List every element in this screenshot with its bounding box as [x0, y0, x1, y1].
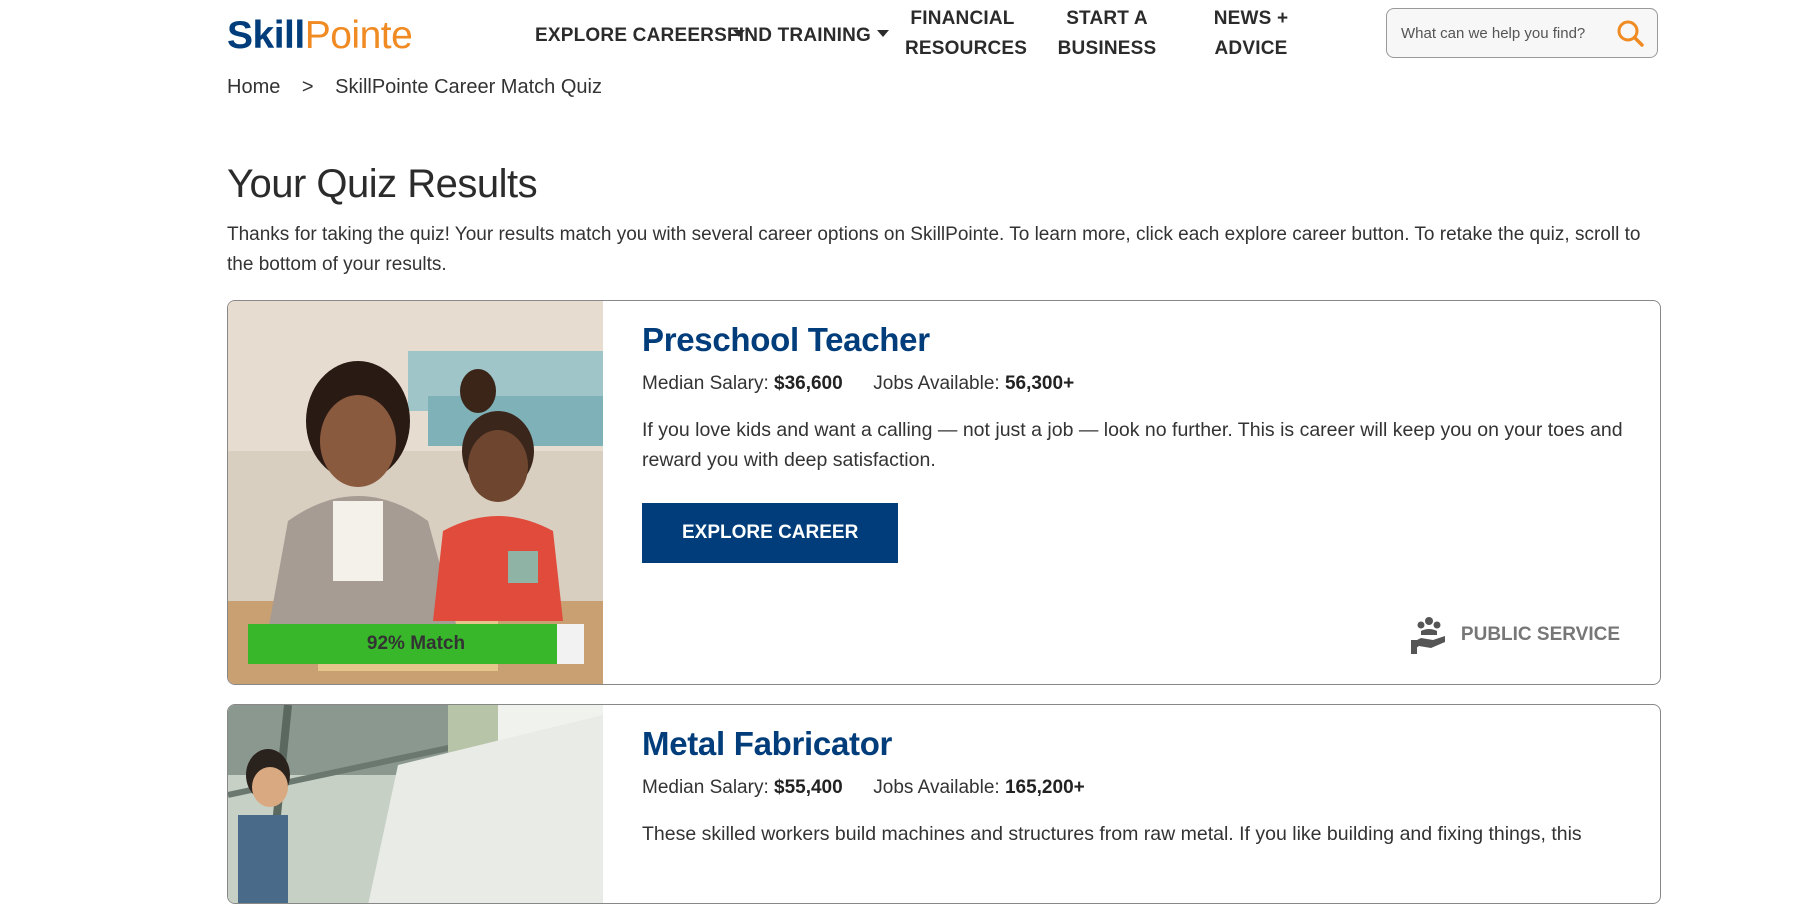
skillpointe-logo[interactable]: SkillPointe	[227, 14, 413, 58]
breadcrumb-separator: >	[301, 76, 314, 98]
result-card: 92% Match Preschool Teacher Median Salar…	[227, 300, 1661, 685]
salary-label: Median Salary:	[642, 373, 769, 394]
career-stats: Median Salary: $36,600 Jobs Available: 5…	[642, 373, 1630, 395]
jobs-value: 165,200+	[1004, 777, 1085, 798]
jobs-value: 56,300+	[1004, 373, 1075, 394]
nav-financial-line1: FINANCIAL	[910, 8, 1015, 29]
career-description: These skilled workers build machines and…	[642, 823, 1582, 845]
career-stats: Median Salary: $55,400 Jobs Available: 1…	[642, 777, 1630, 799]
search-box	[1386, 8, 1658, 58]
career-photo-preschool: 92% Match	[228, 301, 603, 684]
salary-label: Median Salary:	[642, 777, 769, 798]
breadcrumb-home[interactable]: Home	[227, 76, 280, 98]
logo-part1: Skill	[227, 14, 305, 57]
career-category[interactable]: PUBLIC SERVICE	[1410, 616, 1620, 654]
jobs-label: Jobs Available:	[873, 777, 1000, 798]
result-card-body: Metal Fabricator Median Salary: $55,400 …	[642, 725, 1630, 849]
salary-value: $36,600	[774, 373, 843, 394]
nav-explore-careers[interactable]: EXPLORE CAREERS	[535, 21, 745, 51]
nav-news-line2: ADVICE	[1214, 38, 1288, 59]
breadcrumb-current: SkillPointe Career Match Quiz	[335, 76, 602, 98]
category-label: PUBLIC SERVICE	[1460, 624, 1620, 645]
nav-start-line1: START A	[1066, 8, 1148, 29]
breadcrumb: Home > SkillPointe Career Match Quiz	[227, 76, 618, 99]
nav-explore-careers-label: EXPLORE CAREERS	[535, 25, 727, 46]
nav-financial-line2: RESOURCES	[905, 38, 1028, 59]
match-bar: 92% Match	[248, 624, 584, 664]
search-input[interactable]	[1401, 21, 1601, 45]
nav-news-line1: NEWS +	[1213, 8, 1289, 29]
nav-start-line2: BUSINESS	[1057, 38, 1157, 59]
page-title: Your Quiz Results	[227, 162, 538, 206]
nav-news-advice[interactable]: NEWS + ADVICE	[1206, 4, 1296, 64]
nav-find-training-label: FIND TRAINING	[727, 25, 872, 46]
nav-financial-resources[interactable]: FINANCIAL RESOURCES	[905, 4, 1028, 64]
career-title[interactable]: Preschool Teacher	[642, 321, 1630, 359]
career-description: If you love kids and want a calling — no…	[642, 419, 1623, 471]
nav-find-training[interactable]: FIND TRAINING	[727, 21, 890, 51]
explore-career-button[interactable]: EXPLORE CAREER	[642, 503, 899, 563]
result-card: Metal Fabricator Median Salary: $55,400 …	[227, 704, 1661, 904]
site-header: SkillPointe EXPLORE CAREERS FIND TRAININ…	[0, 0, 1800, 70]
career-title[interactable]: Metal Fabricator	[642, 725, 1630, 763]
search-icon[interactable]	[1615, 19, 1645, 49]
career-photo-metal-fabricator	[228, 705, 603, 903]
salary-value: $55,400	[774, 777, 843, 798]
logo-part2: Pointe	[304, 14, 413, 57]
page-intro: Thanks for taking the quiz! Your results…	[227, 224, 1641, 275]
nav-start-a-business[interactable]: START A BUSINESS	[1057, 4, 1157, 64]
jobs-label: Jobs Available:	[873, 373, 1000, 394]
chevron-down-icon	[877, 30, 890, 38]
result-card-body: Preschool Teacher Median Salary: $36,600…	[642, 321, 1630, 563]
public-service-icon	[1410, 617, 1445, 654]
match-label: 92% Match	[366, 633, 466, 654]
